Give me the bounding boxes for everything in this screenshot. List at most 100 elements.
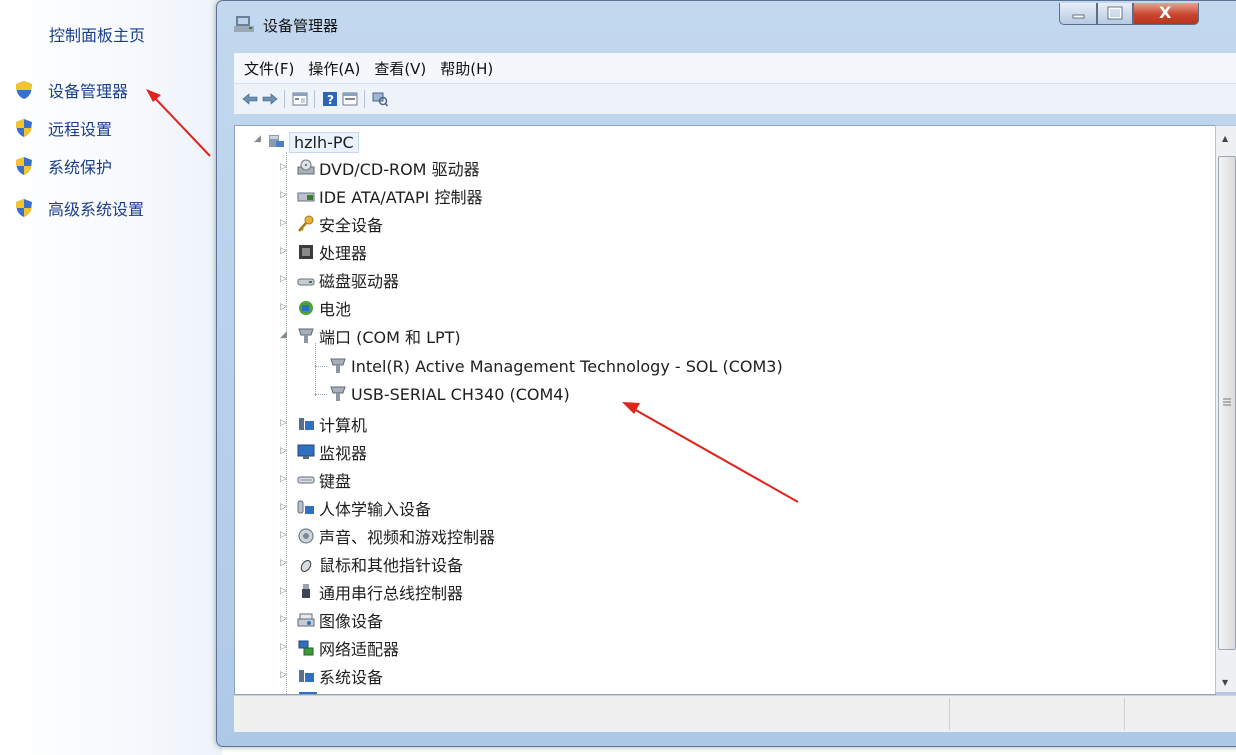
speaker-icon [298,528,314,544]
scroll-down-arrow-icon[interactable]: ▼ [1222,678,1228,687]
tree-item-label: 通用串行总线控制器 [319,584,464,603]
expand-triangle-icon[interactable]: ▷ [280,190,287,200]
scrollbar-thumb[interactable] [1218,156,1236,650]
collapse-triangle-icon[interactable]: ◢ [254,134,261,144]
tree-item-ide-controllers[interactable]: IDE ATA/ATAPI 控制器 [297,184,482,208]
properties-window-icon[interactable] [292,91,308,107]
computer-icon [299,418,314,430]
sidebar-link-label: 系统保护 [48,158,113,177]
menu-help[interactable]: 帮助(H) [440,58,493,79]
title-bar[interactable]: 设备管理器 X [217,1,1236,49]
disk-drive-icon [297,278,315,286]
tree-item-label: USB-SERIAL CH340 (COM4) [351,384,570,404]
ide-controller-icon [297,192,315,202]
uac-shield-icon [16,81,32,99]
minimize-button[interactable] [1059,3,1097,25]
toolbar-separator [364,90,365,108]
tree-item-system-devices[interactable]: 系统设备 [297,664,383,688]
mouse-icon [300,560,312,572]
uac-shield-icon [16,157,32,175]
keyboard-icon [297,476,315,484]
port-connector-icon [330,358,346,373]
vertical-scrollbar[interactable]: ▲ ▼ [1215,125,1236,693]
tree-root-computer[interactable]: hzlh-PC [267,130,359,154]
expand-triangle-icon[interactable]: ▷ [280,530,287,540]
tree-item-disk-drives[interactable]: 磁盘驱动器 [297,268,399,292]
expand-triangle-icon[interactable]: ▷ [280,614,287,624]
tree-item-keyboards[interactable]: 键盘 [297,468,351,492]
close-icon: X [1159,3,1172,22]
tree-item-imaging-devices[interactable]: 图像设备 [297,608,383,632]
expand-triangle-icon[interactable]: ▷ [280,162,287,172]
expand-triangle-icon[interactable]: ▷ [280,274,287,284]
forward-arrow-icon[interactable] [262,91,278,107]
tree-item-label: DVD/CD-ROM 驱动器 [319,160,480,179]
tree-item-usb-controllers[interactable]: 通用串行总线控制器 [297,580,463,604]
tree-item-dvd-drives[interactable]: DVD/CD-ROM 驱动器 [297,156,480,180]
tree-item-computer[interactable]: 计算机 [297,412,367,436]
sidebar-link-remote-settings[interactable]: 远程设置 [14,116,112,140]
tree-item-mice-pointing-devices[interactable]: 鼠标和其他指针设备 [297,552,463,576]
expand-triangle-icon[interactable]: ▷ [280,670,287,680]
sidebar-link-system-protection[interactable]: 系统保护 [14,154,112,178]
uac-shield-icon [16,119,32,137]
device-manager-window: 设备管理器 X 文件(F) 操作(A) 查看(V) 帮助(H) ? ◢ hzlh… [216,0,1236,747]
back-arrow-icon[interactable] [242,91,258,107]
expand-triangle-icon[interactable]: ▷ [280,218,287,228]
tree-line [315,343,316,396]
tree-item-label: 磁盘驱动器 [319,272,400,291]
help-icon[interactable]: ? [322,91,338,107]
dvd-drive-icon [297,159,315,175]
status-divider [1124,698,1125,730]
scan-hardware-icon[interactable] [372,91,388,107]
uac-shield-icon [16,199,32,217]
tree-item-security-devices[interactable]: 安全设备 [297,212,383,236]
menu-view[interactable]: 查看(V) [374,58,426,79]
hid-device-icon [297,500,314,514]
menu-file[interactable]: 文件(F) [244,58,294,79]
expand-triangle-icon[interactable]: ▷ [280,586,287,596]
tree-item-network-adapters[interactable]: 网络适配器 [297,636,399,660]
tree-item-label: 端口 (COM 和 LPT) [319,328,461,347]
expand-triangle-icon[interactable]: ▷ [280,642,287,652]
sidebar-link-label: 远程设置 [48,120,113,139]
toolbar: ? [234,84,1236,115]
expand-triangle-icon[interactable]: ▷ [280,558,287,568]
expand-triangle-icon[interactable]: ▷ [280,418,287,428]
tree-item-sound-video-game-controllers[interactable]: 声音、视频和游戏控制器 [297,524,495,548]
tree-item-processors[interactable]: 处理器 [297,240,367,264]
tree-item-hid-devices[interactable]: 人体学输入设备 [297,496,431,520]
tree-item-ports[interactable]: 端口 (COM 和 LPT) [297,324,461,348]
tree-item-monitors[interactable]: 监视器 [297,440,367,464]
menu-action[interactable]: 操作(A) [308,58,360,79]
control-panel-home-link[interactable]: 控制面板主页 [49,22,145,46]
view-window-icon[interactable] [342,91,358,107]
expand-triangle-icon[interactable]: ▷ [280,446,287,456]
tree-item-label: 网络适配器 [319,640,400,659]
status-divider [949,698,950,730]
monitor-icon [297,444,315,459]
tree-item-label: 声音、视频和游戏控制器 [319,528,496,547]
sidebar-link-device-manager[interactable]: 设备管理器 [14,78,128,102]
expand-triangle-icon[interactable]: ▷ [280,474,287,484]
menu-bar: 文件(F) 操作(A) 查看(V) 帮助(H) [234,53,1236,84]
computer-icon [269,135,284,147]
maximize-button[interactable] [1097,3,1133,25]
collapse-triangle-icon[interactable]: ◢ [280,330,287,340]
tree-item-com3-port[interactable]: Intel(R) Active Management Technology - … [329,354,783,378]
tree-item-com4-port[interactable]: USB-SERIAL CH340 (COM4) [329,382,570,406]
control-panel-sidebar: 控制面板主页 设备管理器 远程设置 系统保护 高级系统设置 [0,0,222,755]
tree-item-label: 监视器 [319,444,368,463]
expand-triangle-icon[interactable]: ▷ [280,246,287,256]
tree-item-batteries[interactable]: 电池 [297,296,351,320]
expand-triangle-icon[interactable]: ▷ [280,302,287,312]
tree-item-label: 人体学输入设备 [319,500,432,519]
tree-item-label: Intel(R) Active Management Technology - … [351,356,783,376]
sidebar-link-advanced-system-settings[interactable]: 高级系统设置 [14,196,144,220]
expand-triangle-icon[interactable]: ▷ [280,502,287,512]
network-adapter-icon [298,640,314,656]
close-button[interactable]: X [1133,3,1199,25]
scroll-up-arrow-icon[interactable]: ▲ [1222,134,1228,143]
tree-item-label: 处理器 [319,244,368,263]
tree-item-label: 电池 [319,300,352,319]
